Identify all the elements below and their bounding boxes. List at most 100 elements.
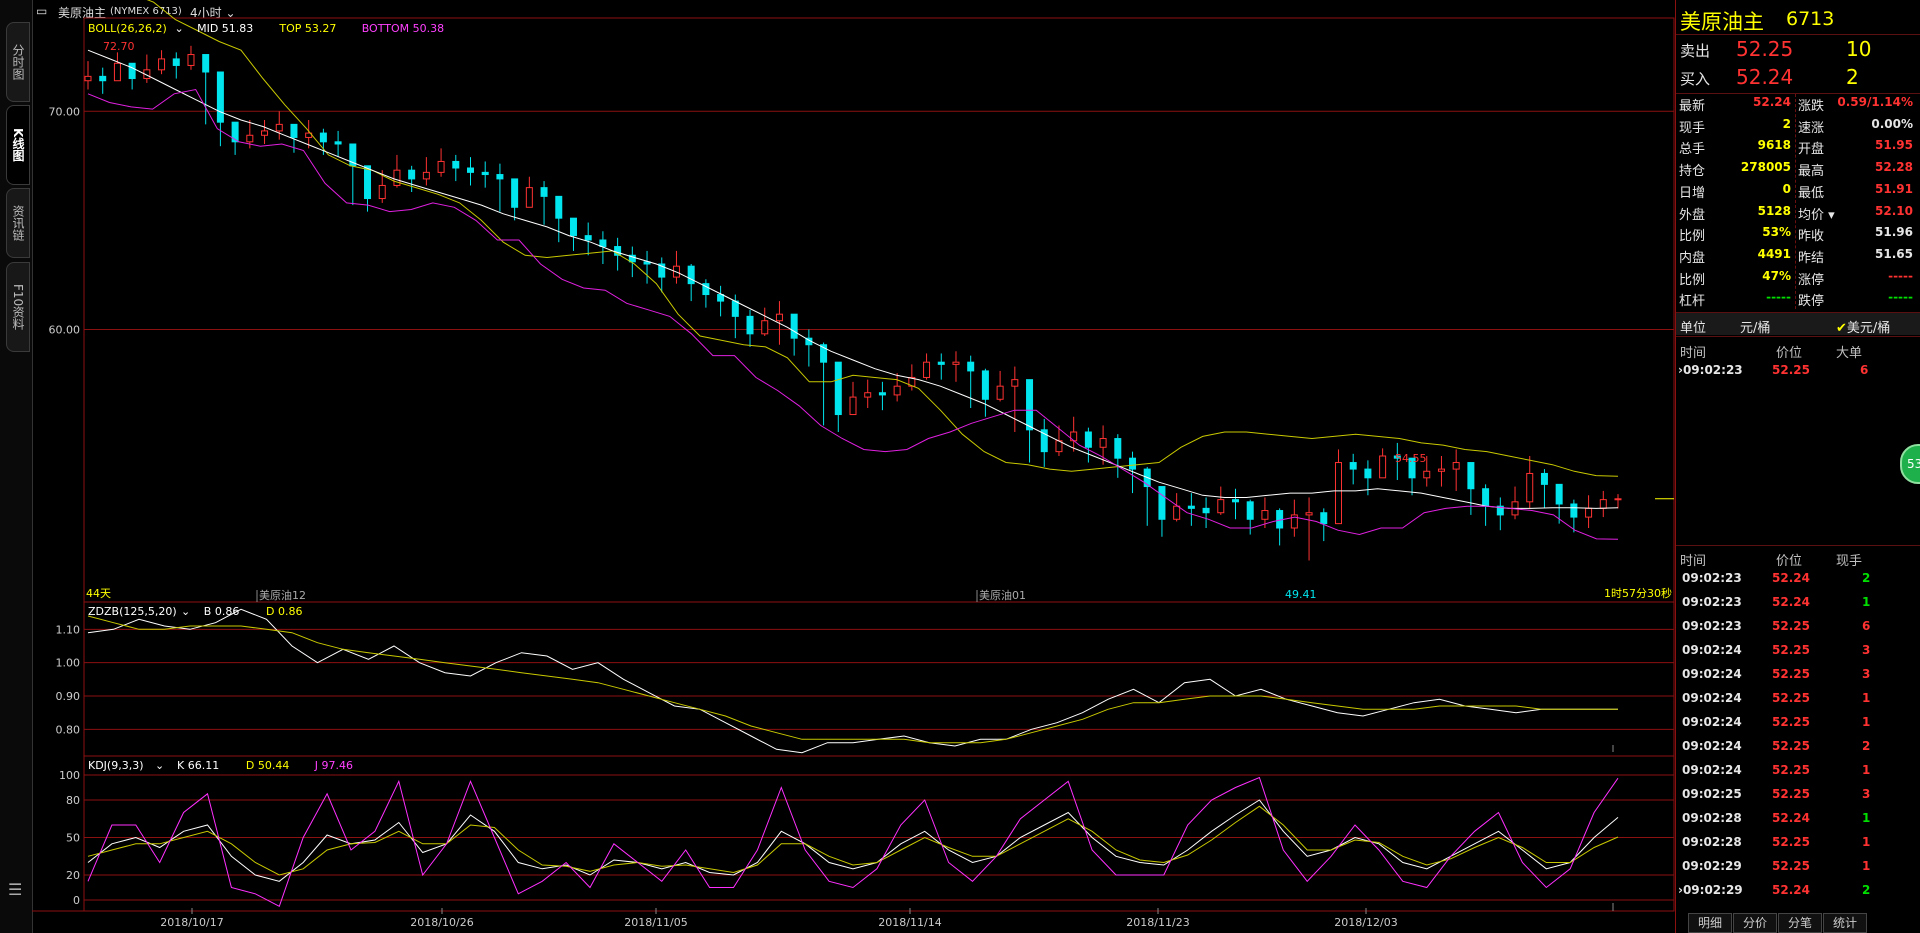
unit-usd-toggle[interactable]: ✔美元/桶 [1836, 317, 1890, 336]
buy-price: 52.24 [1736, 65, 1794, 89]
kdj-ytick-label: 0 [73, 894, 80, 907]
candle-body [864, 392, 872, 398]
stat-value: 0.00% [1871, 116, 1913, 131]
candle-body [1320, 512, 1328, 525]
tab-tick[interactable]: 分笔 [1778, 913, 1822, 933]
candle-body [1084, 431, 1092, 448]
candle-body [937, 361, 945, 365]
chevron-down-icon: ⌄ [155, 759, 164, 772]
candle-body [231, 121, 239, 143]
tab-stats[interactable]: 统计 [1823, 913, 1867, 933]
candle-body [393, 169, 401, 186]
tick-volume: 1 [1862, 595, 1871, 609]
tick-price: 52.25 [1772, 763, 1810, 777]
candle-body [319, 132, 327, 143]
sell-price: 52.25 [1736, 37, 1794, 61]
candle-body [687, 265, 695, 285]
candle-body [1114, 438, 1122, 459]
stat-value: ----- [1888, 290, 1913, 305]
tick-volume: 3 [1862, 667, 1871, 681]
stat-value: ----- [1888, 268, 1913, 283]
tick-time: 09:02:23 [1682, 619, 1742, 633]
legend-entry: D 50.44 [246, 759, 289, 772]
candle-body [555, 195, 563, 219]
big-row-size: 6 [1860, 363, 1869, 377]
tick-price: 52.25 [1772, 619, 1810, 633]
stat-value: 51.65 [1875, 246, 1913, 261]
tick-volume: 1 [1862, 811, 1871, 825]
big-header-size: 大单 [1836, 346, 1863, 361]
tab-price-dist[interactable]: 分价 [1733, 913, 1777, 933]
panel-frame-1 [83, 601, 1675, 757]
legend-entry: B 0.86 [204, 605, 240, 618]
stat-label: 涨停 [1798, 272, 1825, 288]
candle-body [1614, 498, 1622, 501]
tick-volume: 3 [1862, 643, 1871, 657]
candle-body [437, 160, 445, 173]
legend-entry: MID 51.83 [197, 22, 253, 35]
candle-body [158, 58, 166, 71]
candle-body [967, 361, 975, 372]
stat-value: ----- [1766, 290, 1791, 305]
big-header-time: 时间 [1680, 346, 1707, 361]
legend-entry: ZDZB(125,5,20) [88, 605, 177, 618]
floating-badge[interactable]: 53 [1900, 444, 1920, 484]
candle-body [1158, 486, 1166, 520]
tick-time: 09:02:24 [1682, 763, 1742, 777]
tick-volume: 1 [1862, 715, 1871, 729]
candle-body [1423, 470, 1431, 479]
kdj-chart: 100 80 50 20 0 [59, 769, 1674, 911]
tick-price: 52.24 [1772, 571, 1810, 585]
buy-volume: 2 [1846, 65, 1859, 89]
candle-body [275, 123, 283, 132]
legend-entry: J 97.46 [314, 759, 353, 772]
candle-body [99, 75, 107, 82]
candle-body [569, 217, 577, 237]
zdzb-line-B [87, 608, 1618, 754]
stat-value: 9618 [1757, 138, 1791, 153]
stat-label: 最低 [1798, 185, 1825, 201]
days-label: 44天 [86, 587, 111, 600]
check-icon: ✔ [1836, 321, 1847, 336]
candle-body [952, 361, 960, 365]
candle-body [1482, 488, 1490, 507]
unit-cny-toggle[interactable]: 元/桶 [1740, 317, 1770, 336]
stat-value: 278005 [1740, 160, 1791, 175]
stat-label: 跌停 [1798, 294, 1825, 310]
big-row-time: ›09:02:23 [1678, 363, 1743, 377]
candle-body [1099, 438, 1107, 448]
grid-layer [32, 17, 1675, 912]
x-tick-label: 2018/11/05 [624, 916, 687, 929]
zdzb-chart: 1.10 1.00 0.90 0.80 [56, 608, 1674, 754]
stat-value: 2 [1782, 116, 1791, 131]
quote-code: 6713 [1786, 8, 1835, 30]
stat-value: 52.24 [1753, 95, 1791, 109]
candle-body [923, 361, 931, 378]
tick-volume: 2 [1862, 571, 1871, 585]
tick-header-vol: 现手 [1836, 554, 1863, 569]
tick-price: 52.25 [1772, 739, 1810, 753]
tab-detail[interactable]: 明细 [1688, 913, 1732, 933]
kdj-ytick-label: 50 [66, 832, 80, 845]
candle-body [834, 361, 842, 416]
tick-volume: 3 [1862, 787, 1871, 801]
candlestick-chart: 70.00 60.00 72.70 54.55 49.41 44天 美原油12 美原油01 1时… [49, 0, 1674, 602]
tick-header-price: 价位 [1776, 554, 1803, 569]
stat-value: 51.91 [1875, 181, 1913, 196]
candle-body [1452, 462, 1460, 470]
tick-price: 52.25 [1772, 691, 1810, 705]
kdj-line-D [87, 805, 1619, 876]
buy-label: 买入 [1680, 70, 1711, 88]
panel-frame-2 [83, 755, 1675, 912]
tick-time: 09:02:28 [1682, 811, 1742, 825]
candle-body [1246, 501, 1254, 520]
stat-label: 最高 [1798, 164, 1825, 180]
stat-value: 0 [1782, 181, 1791, 196]
main-ytick-label: 60.00 [49, 323, 81, 336]
stat-value: 52.10 [1875, 203, 1913, 218]
candle-body [849, 396, 857, 416]
candle-body [1585, 507, 1593, 518]
tick-price: 52.25 [1772, 835, 1810, 849]
unit-label: 单位 [1680, 321, 1707, 336]
low-annotation: 49.41 [1285, 588, 1317, 601]
